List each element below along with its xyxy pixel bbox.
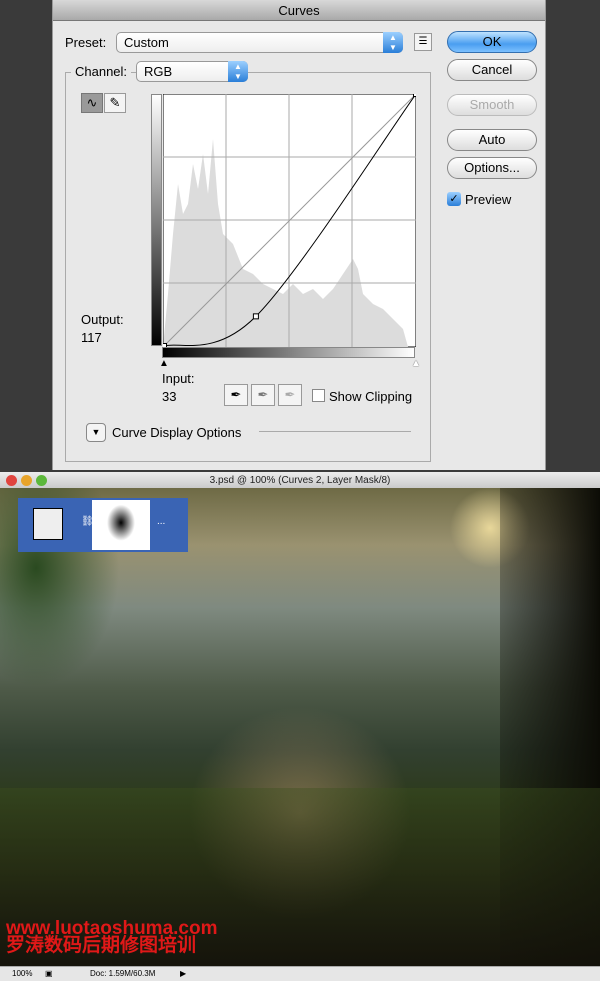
preset-value: Custom — [124, 35, 169, 50]
document-title: 3.psd @ 100% (Curves 2, Layer Mask/8) — [209, 475, 391, 486]
minimize-window-icon[interactable] — [21, 475, 32, 486]
zoom-level[interactable]: 100% — [12, 967, 32, 981]
show-clipping-label: Show Clipping — [329, 389, 413, 404]
black-eyedropper-icon[interactable]: ✒ — [224, 384, 248, 406]
auto-button[interactable]: Auto — [447, 129, 537, 151]
input-value: 33 — [162, 389, 177, 404]
zoom-window-icon[interactable] — [36, 475, 47, 486]
disclosure-triangle-icon[interactable]: ▼ — [86, 423, 106, 442]
black-point-slider[interactable]: ▲ — [159, 358, 169, 369]
cancel-button[interactable]: Cancel — [447, 59, 537, 81]
curve-control-point[interactable] — [163, 343, 167, 348]
status-bar: 100% ▣ Doc: 1.59M/60.3M ▶ — [0, 966, 600, 981]
curves-adjustment-icon — [33, 508, 63, 540]
canvas-image: ⛓ ... www.luotaoshuma.com 罗涛数码后期修图培训 — [0, 488, 600, 966]
options-button[interactable]: Options... — [447, 157, 537, 179]
output-gradient-bar — [151, 94, 162, 346]
smooth-button[interactable]: Smooth — [447, 94, 537, 116]
curve-display-options-label[interactable]: Curve Display Options — [112, 425, 241, 440]
page-icon[interactable]: ▣ — [45, 967, 53, 981]
input-label: Input: — [162, 371, 195, 386]
preview-checkbox[interactable]: ✓ — [447, 192, 461, 206]
curve-point-tool-icon[interactable]: ∿ — [81, 93, 103, 113]
channel-value: RGB — [144, 64, 173, 79]
divider — [259, 431, 411, 432]
close-window-icon[interactable] — [6, 475, 17, 486]
watermark-chinese: 罗涛数码后期修图培训 — [6, 935, 197, 956]
stepper-arrows-icon: ▲ ▼ — [228, 61, 248, 82]
stepper-arrows-icon: ▲ ▼ — [383, 32, 403, 53]
channel-label: Channel: — [71, 64, 132, 79]
doc-size: Doc: 1.59M/60.3M — [90, 969, 156, 978]
output-label: Output: — [81, 312, 124, 327]
curve-graph[interactable] — [163, 94, 416, 347]
curve-control-point[interactable] — [413, 94, 417, 97]
preset-label: Preset: — [65, 35, 107, 50]
dialog-title: Curves — [53, 0, 545, 21]
output-value: 117 — [81, 330, 102, 345]
layer-badge: ⛓ ... — [18, 498, 188, 552]
curve-control-point[interactable] — [252, 313, 259, 320]
channel-select[interactable]: RGB ▲ ▼ — [136, 61, 248, 82]
white-eyedropper-icon[interactable]: ✒ — [278, 384, 302, 406]
show-clipping-checkbox[interactable] — [312, 389, 325, 402]
watermark: www.luotaoshuma.com 罗涛数码后期修图培训 — [6, 919, 218, 956]
preset-select[interactable]: Custom ▲ ▼ — [116, 32, 403, 53]
ok-button[interactable]: OK — [447, 31, 537, 53]
input-gradient-bar — [162, 347, 415, 358]
preview-label: Preview — [465, 192, 512, 207]
white-point-slider[interactable]: ▲ — [411, 358, 421, 369]
preset-menu-icon[interactable]: ☰ — [414, 33, 432, 51]
curves-dialog: Curves Preset: Custom ▲ ▼ ☰ Channel: RGB ▲ ▼… — [52, 0, 546, 470]
layer-more: ... — [157, 516, 166, 527]
document-titlebar: 3.psd @ 100% (Curves 2, Layer Mask/8) — [0, 472, 600, 489]
pencil-tool-icon[interactable]: ✎ — [104, 93, 126, 113]
layer-mask-thumbnail[interactable] — [92, 500, 150, 550]
status-menu-arrow-icon[interactable]: ▶ — [180, 967, 186, 981]
gray-eyedropper-icon[interactable]: ✒ — [251, 384, 275, 406]
